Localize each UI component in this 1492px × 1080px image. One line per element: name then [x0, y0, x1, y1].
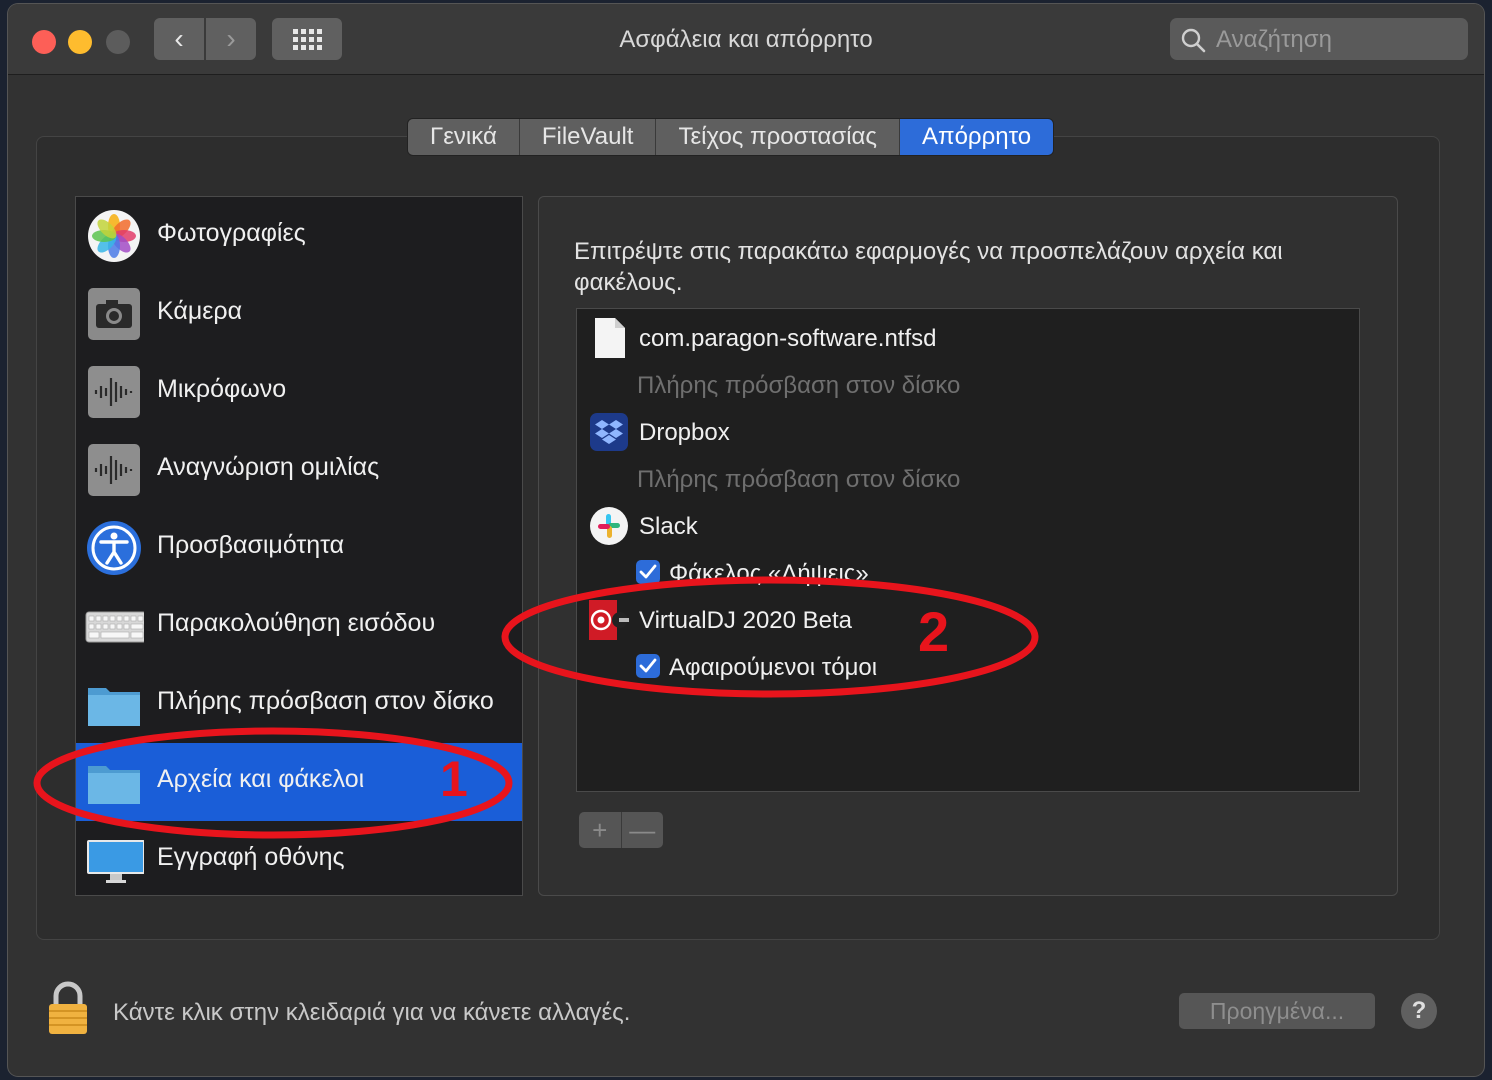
permission-label: Πλήρης πρόσβαση στον δίσκο: [637, 372, 961, 399]
search-input[interactable]: [1214, 22, 1458, 58]
sidebar-item-label: Μικρόφωνο: [157, 375, 287, 403]
keyboard-icon: [85, 611, 144, 643]
list-item: Πλήρης πρόσβαση στον δίσκο: [577, 362, 1359, 408]
permission-label: Πλήρης πρόσβαση στον δίσκο: [637, 466, 961, 493]
slack-icon: [590, 507, 628, 545]
downloads-folder-checkbox[interactable]: [636, 560, 660, 584]
app-name: Slack: [639, 513, 698, 540]
sidebar-item-label: Αναγνώριση ομιλίας: [157, 453, 380, 481]
remove-app-button[interactable]: —: [621, 812, 663, 848]
virtualdj-icon: [589, 600, 629, 640]
title-bar: ‹ › Ασφάλεια και απόρρητο: [8, 4, 1484, 75]
tab-filevault[interactable]: FileVault: [519, 119, 657, 155]
sidebar-item-photos[interactable]: Φωτογραφίες: [76, 197, 522, 275]
privacy-category-list[interactable]: Φωτογραφίες Κάμερα Μικρόφωνο Αναγνώριση …: [75, 196, 523, 896]
accessibility-icon: [87, 521, 141, 575]
sidebar-item-input-monitoring[interactable]: Παρακολούθηση εισόδου: [76, 587, 522, 665]
list-item[interactable]: Slack: [577, 503, 1359, 549]
add-remove-control: + —: [579, 812, 663, 848]
list-item[interactable]: com.paragon-software.ntfsd: [577, 315, 1359, 361]
list-item: Πλήρης πρόσβαση στον δίσκο: [577, 456, 1359, 502]
lock-icon[interactable]: [46, 980, 90, 1036]
checkmark-icon: [639, 658, 657, 673]
app-name: VirtualDJ 2020 Beta: [639, 607, 853, 634]
sidebar-item-label: Προσβασιμότητα: [157, 531, 345, 559]
lock-hint-text: Κάντε κλικ στην κλειδαριά για να κάνετε …: [113, 999, 631, 1026]
permission-description: Επιτρέψτε στις παρακάτω εφαρμογές να προ…: [574, 238, 1283, 296]
sidebar-item-label: Φωτογραφίες: [157, 219, 306, 247]
dropbox-icon: [590, 413, 628, 451]
sidebar-item-label: Παρακολούθηση εισόδου: [157, 609, 436, 637]
sidebar-item-camera[interactable]: Κάμερα: [76, 275, 522, 353]
checkmark-icon: [639, 564, 657, 579]
permission-label: Αφαιρούμενοι τόμοι: [669, 654, 878, 681]
list-item[interactable]: Αφαιρούμενοι τόμοι: [577, 644, 1359, 690]
sidebar-item-label: Κάμερα: [157, 297, 243, 325]
tab-privacy[interactable]: Απόρρητο: [900, 119, 1054, 155]
sidebar-item-speech-recognition[interactable]: Αναγνώριση ομιλίας: [76, 431, 522, 509]
speech-recognition-icon: [88, 444, 140, 496]
add-app-button[interactable]: +: [579, 812, 622, 848]
folder-icon: [88, 688, 140, 726]
app-name: com.paragon-software.ntfsd: [639, 325, 937, 352]
advanced-button[interactable]: Προηγμένα...: [1179, 993, 1375, 1029]
search-icon: [1181, 28, 1206, 53]
sidebar-item-label: Αρχεία και φάκελοι: [157, 765, 365, 793]
sidebar-item-files-and-folders[interactable]: Αρχεία και φάκελοι: [76, 743, 522, 821]
sidebar-item-screen-recording[interactable]: Εγγραφή οθόνης: [76, 821, 522, 895]
sidebar-item-accessibility[interactable]: Προσβασιμότητα: [76, 509, 522, 587]
display-icon: [87, 840, 144, 883]
permission-label: Φάκελος «Λήψεις»: [669, 560, 869, 587]
tab-general[interactable]: Γενικά: [408, 119, 520, 155]
microphone-icon: [88, 366, 140, 418]
folder-icon: [88, 766, 140, 804]
sidebar-item-full-disk-access[interactable]: Πλήρης πρόσβαση στον δίσκο: [76, 665, 522, 743]
app-permission-list[interactable]: com.paragon-software.ntfsd Πλήρης πρόσβα…: [576, 308, 1360, 792]
sidebar-item-label: Πλήρης πρόσβαση στον δίσκο: [157, 687, 494, 715]
removable-volumes-checkbox[interactable]: [636, 654, 660, 678]
list-item[interactable]: Dropbox: [577, 409, 1359, 455]
tab-bar: Γενικά FileVault Τείχος προστασίας Απόρρ…: [407, 118, 1055, 156]
sidebar-item-microphone[interactable]: Μικρόφωνο: [76, 353, 522, 431]
photos-icon: [88, 210, 140, 262]
help-button[interactable]: ?: [1401, 993, 1437, 1029]
list-item[interactable]: Φάκελος «Λήψεις»: [577, 550, 1359, 596]
tab-firewall[interactable]: Τείχος προστασίας: [656, 119, 900, 155]
sidebar-item-label: Εγγραφή οθόνης: [157, 843, 345, 871]
search-field[interactable]: [1170, 18, 1468, 60]
document-icon: [595, 318, 625, 358]
camera-icon: [88, 288, 140, 340]
app-name: Dropbox: [639, 419, 730, 446]
list-item[interactable]: VirtualDJ 2020 Beta: [577, 597, 1359, 643]
